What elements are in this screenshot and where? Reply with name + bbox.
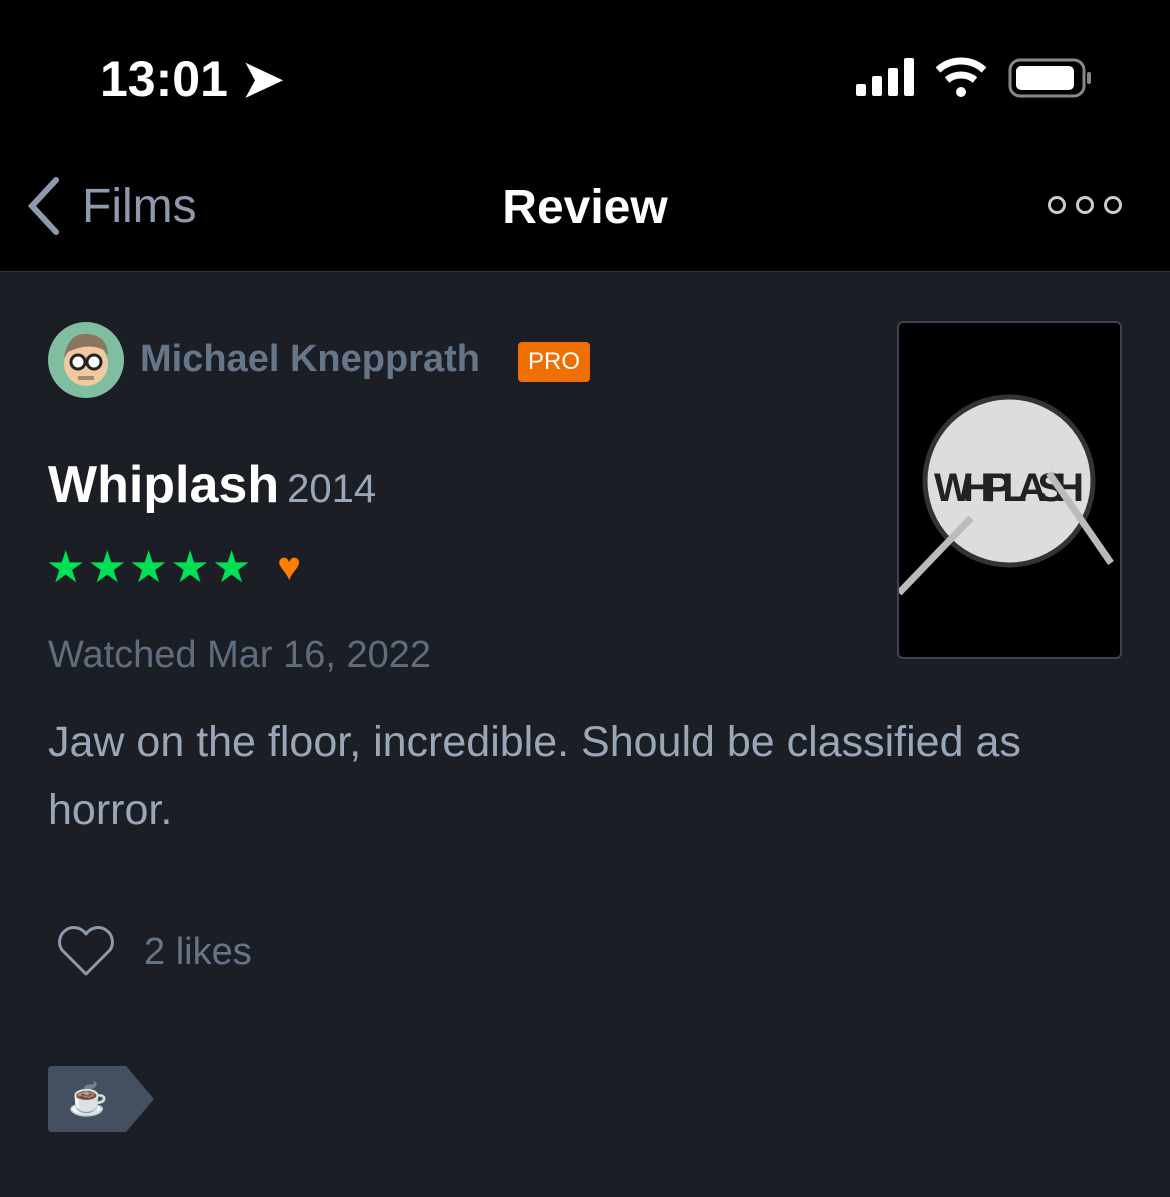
film-year[interactable]: 2014 [287,467,376,511]
location-icon: ➤ [241,51,284,107]
avatar-face-icon [64,333,108,386]
status-bar: 13:01 ➤ [0,0,1170,140]
star-icon: ★ [170,542,210,592]
review-text: Jaw on the floor, incredible. Should be … [48,718,1021,834]
star-icon: ★ [128,542,169,592]
avatar[interactable] [48,322,124,398]
more-options-button[interactable] [1048,196,1122,214]
heart-outline-icon[interactable] [56,926,116,978]
dot-icon [1104,196,1122,214]
author-name[interactable]: Michael Knepprath [140,338,480,381]
watched-date: Watched Mar 16, 2022 [48,634,432,676]
star-icon: ★ [211,542,252,592]
star-icon: ★ [46,542,86,592]
page-title: Review [502,181,668,234]
film-title[interactable]: Whiplash [48,456,279,514]
battery-icon [1008,58,1091,98]
liked-heart-icon: ♥ [277,545,302,589]
likes-count[interactable]: 2 likes [144,931,252,974]
pro-badge: PRO [518,342,591,382]
likes-row: 2 likes [56,926,252,978]
signal-icon [856,58,914,96]
navigation-bar: Films Review [0,140,1170,272]
coffee-icon: ☕ [68,1081,108,1117]
film-heading[interactable]: Whiplash 2014 [48,455,376,515]
dot-icon [1076,196,1094,214]
star-icon: ★ [87,542,127,592]
clock: 13:01 ➤ [100,50,284,108]
wifi-icon [935,57,987,97]
dot-icon [1048,196,1066,214]
time-text: 13:01 [100,51,228,107]
poster-art: WHIPLASH [899,394,1114,596]
rating: ★ ★ ★ ★ ★ ♥ [46,545,301,590]
film-poster[interactable]: WHIPLASH [897,321,1122,659]
tag-chip[interactable]: ☕ [48,1066,154,1132]
